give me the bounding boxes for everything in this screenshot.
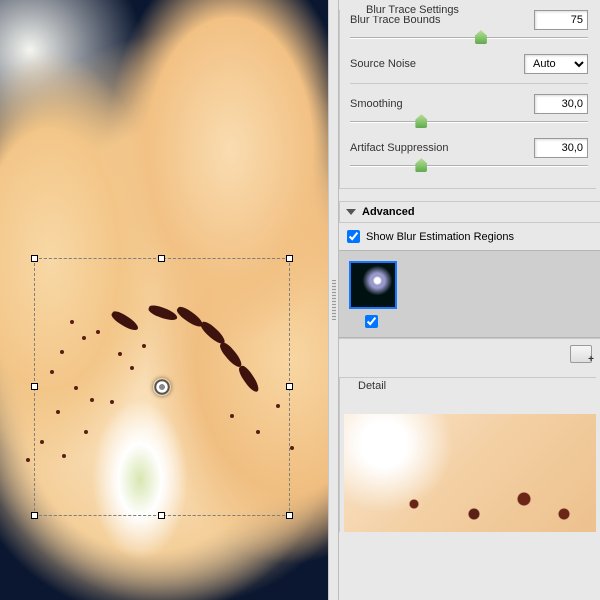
blur-trace-thumbnails <box>339 250 600 338</box>
group-title: Blur Trace Settings <box>362 4 463 16</box>
resize-handle-e[interactable] <box>286 383 293 390</box>
blur-trace-bounds-slider[interactable] <box>350 32 588 44</box>
add-blur-trace-button[interactable] <box>570 345 592 363</box>
resize-handle-n[interactable] <box>158 255 165 262</box>
detail-title: Detail <box>354 380 390 392</box>
blur-trace-bounds-input[interactable] <box>534 10 588 30</box>
selection-center-pin[interactable] <box>153 378 171 396</box>
show-blur-regions-checkbox[interactable] <box>347 230 360 243</box>
slider-thumb-icon <box>475 30 487 44</box>
advanced-section-header[interactable]: Advanced <box>339 201 600 223</box>
detail-preview <box>344 414 596 532</box>
artifact-suppression-label: Artifact Suppression <box>350 142 526 154</box>
settings-panel: Blur Trace Settings Blur Trace Bounds So… <box>338 0 600 600</box>
selection-marquee[interactable] <box>34 258 290 516</box>
smoothing-label: Smoothing <box>350 98 526 110</box>
resize-handle-nw[interactable] <box>31 255 38 262</box>
resize-handle-ne[interactable] <box>286 255 293 262</box>
chevron-down-icon <box>346 209 356 215</box>
resize-handle-w[interactable] <box>31 383 38 390</box>
divider <box>350 83 588 84</box>
source-noise-select[interactable]: Auto <box>524 54 588 74</box>
image-canvas[interactable] <box>0 0 328 600</box>
artifact-suppression-input[interactable] <box>534 138 588 158</box>
smoothing-input[interactable] <box>534 94 588 114</box>
source-noise-label: Source Noise <box>350 58 516 70</box>
resize-handle-se[interactable] <box>286 512 293 519</box>
detail-group: Detail <box>339 377 596 532</box>
smoothing-slider[interactable] <box>350 116 588 128</box>
resize-handle-sw[interactable] <box>31 512 38 519</box>
resize-handle-s[interactable] <box>158 512 165 519</box>
blur-trace-thumbnail[interactable] <box>349 261 397 309</box>
panel-splitter[interactable] <box>328 0 338 600</box>
artifact-suppression-slider[interactable] <box>350 160 588 172</box>
slider-thumb-icon <box>415 158 427 172</box>
slider-thumb-icon <box>415 114 427 128</box>
advanced-title: Advanced <box>362 206 415 218</box>
blur-trace-thumbnail-checkbox[interactable] <box>365 315 378 328</box>
grip-icon <box>332 280 336 320</box>
show-blur-regions-label: Show Blur Estimation Regions <box>366 231 514 243</box>
blur-trace-settings-group: Blur Trace Settings Blur Trace Bounds So… <box>339 10 596 189</box>
